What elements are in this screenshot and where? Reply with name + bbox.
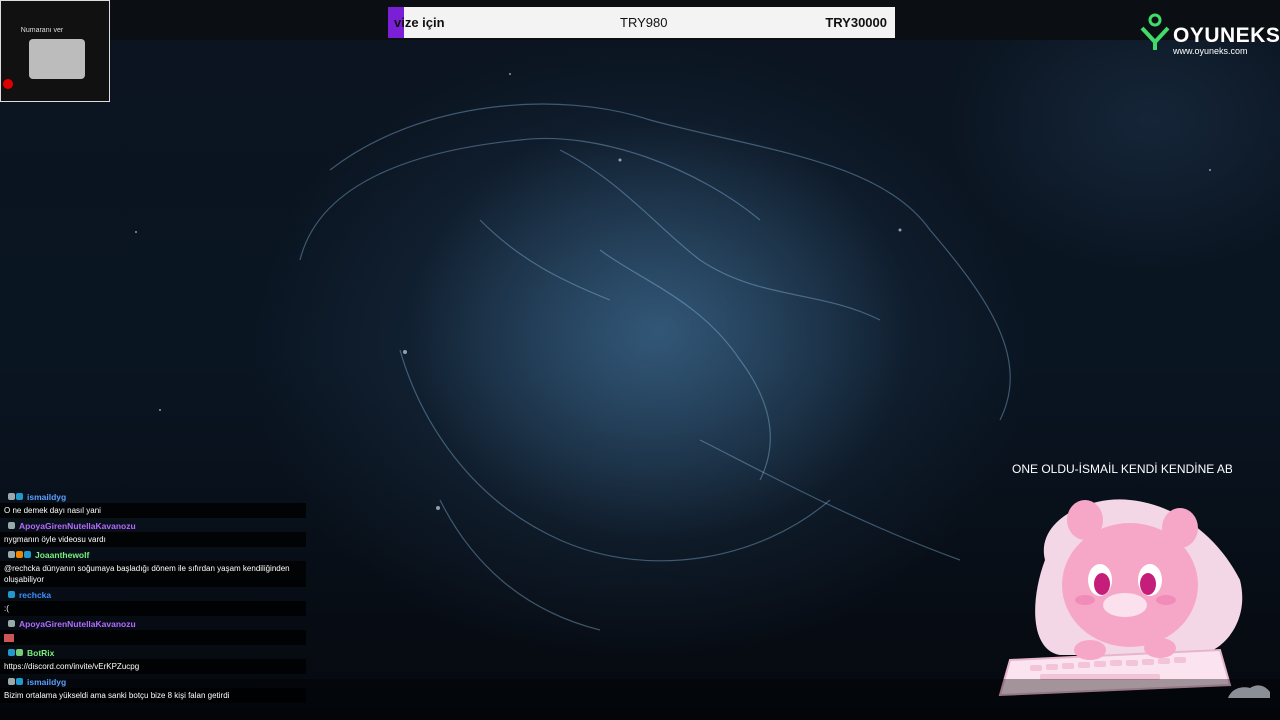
chat-username: ApoyaGirenNutellaKavanozu xyxy=(19,520,136,531)
chat-overlay: ismaildyg O ne demek dayı nasıl yani Apo… xyxy=(0,490,308,704)
goal-label: vize için xyxy=(394,15,445,30)
chat-message: rechcka :( xyxy=(0,588,308,616)
chat-text: O ne demek dayı nasıl yani xyxy=(0,503,306,518)
logo-brand-text: OYUNEKS xyxy=(1173,24,1280,47)
goal-current: TRY980 xyxy=(620,15,668,30)
sponsor-logo: OYUNEKS www.oyuneks.com xyxy=(1140,12,1280,58)
chat-username: ismaildyg xyxy=(27,676,67,687)
chat-text: Bizim ortalama yükseldi ama sanki botçu … xyxy=(0,688,306,703)
chat-message: ApoyaGirenNutellaKavanozu xyxy=(0,617,308,645)
chat-message: ismaildyg Bizim ortalama yükseldi ama sa… xyxy=(0,675,308,703)
scrolling-marquee: ONE OLDU-İSMAİL KENDİ KENDİNE ABO xyxy=(1012,462,1232,476)
chat-username: BotRix xyxy=(27,647,55,658)
webcam-thumbnail xyxy=(29,39,85,79)
chat-message: BotRix https://discord.com/invite/vErKPZ… xyxy=(0,646,308,674)
webcam-overlay: Numaranı ver xyxy=(0,0,110,102)
cat-silhouette-icon xyxy=(1228,685,1270,698)
donation-goal-ticker: vize için TRY980 TRY30000 xyxy=(388,7,895,38)
chat-text xyxy=(0,630,306,645)
emote-icon xyxy=(4,633,14,642)
webcam-label: Numaranı ver xyxy=(20,27,64,34)
chat-text: @rechcka dünyanın soğumaya başladığı dön… xyxy=(0,561,306,587)
chat-message: ismaildyg O ne demek dayı nasıl yani xyxy=(0,490,308,518)
logo-url-text: www.oyuneks.com xyxy=(1173,46,1248,56)
chat-username: ismaildyg xyxy=(27,491,67,502)
chat-username: rechcka xyxy=(19,589,52,600)
recording-dot-icon xyxy=(3,79,13,89)
chat-message: Joaanthewolf @rechcka dünyanın soğumaya … xyxy=(0,548,308,587)
mascot-vtuber-avatar xyxy=(998,499,1243,697)
chat-username: Joaanthewolf xyxy=(35,549,90,560)
chat-text: https://discord.com/invite/vErKPZucpg xyxy=(0,659,306,674)
chat-username: ApoyaGirenNutellaKavanozu xyxy=(19,618,136,629)
oyuneks-logo-icon xyxy=(1140,13,1170,50)
chat-message: ApoyaGirenNutellaKavanozu nygmanın öyle … xyxy=(0,519,308,547)
chat-text: nygmanın öyle videosu vardı xyxy=(0,532,306,547)
chat-text: :( xyxy=(0,601,306,616)
goal-target: TRY30000 xyxy=(825,15,887,30)
